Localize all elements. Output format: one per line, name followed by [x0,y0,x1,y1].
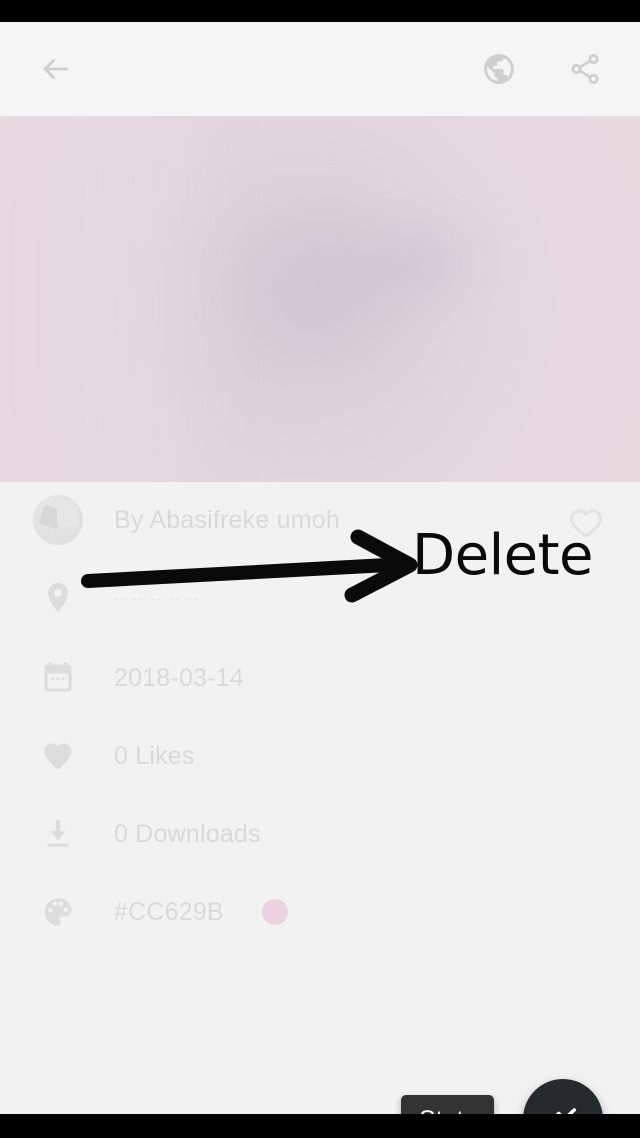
back-arrow-icon[interactable] [26,40,84,98]
meta-row-location[interactable]: -- -- -- -- -- [30,570,200,626]
meta-row-date: 2018-03-14 [30,650,244,706]
location-text: -- -- -- -- -- [114,590,200,606]
wallpaper-preview-image[interactable] [0,116,640,482]
avatar [30,492,86,548]
meta-row-likes: 0 Likes [30,728,195,784]
heart-icon [30,728,86,784]
author-name: By Abasifreke umoh [114,505,340,534]
downloads-text: 0 Downloads [114,819,261,848]
hero-blur-right [352,211,493,314]
calendar-icon [30,650,86,706]
date-text: 2018-03-14 [114,663,244,692]
system-status-bar [0,0,640,22]
meta-row-color[interactable]: #CC629B [30,884,288,940]
likes-text: 0 Likes [114,741,195,770]
annotation-label-delete: Delete [412,523,594,588]
meta-row-downloads: 0 Downloads [30,806,261,862]
download-count-icon [30,806,86,862]
meta-row-author[interactable]: By Abasifreke umoh [30,492,340,548]
globe-icon[interactable] [470,40,528,98]
hero-blur-left [51,116,244,482]
app-screen: By Abasifreke umoh -- -- -- -- -- 2018-0… [0,0,640,1138]
share-icon[interactable] [556,40,614,98]
system-navigation-bar [0,1114,640,1138]
color-swatch [261,899,288,925]
color-hex-text: #CC629B [114,897,224,926]
palette-icon [30,884,86,940]
location-pin-icon [30,570,86,626]
app-toolbar [0,22,640,116]
